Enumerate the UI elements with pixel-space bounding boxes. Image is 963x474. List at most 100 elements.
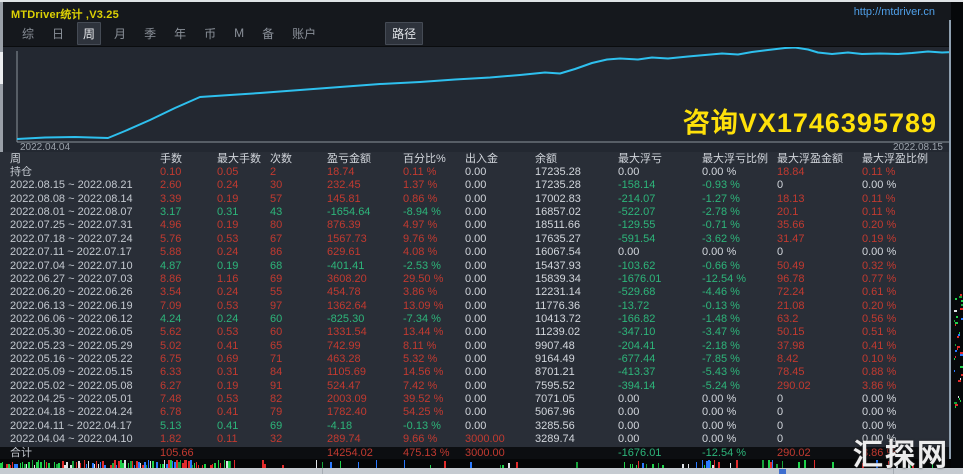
menu-item-月[interactable]: 月 — [109, 23, 131, 44]
table-cell: 2.60 — [160, 179, 217, 192]
table-cell[interactable]: 手数 — [160, 152, 217, 166]
table-cell[interactable]: 最大浮盈比例 — [862, 152, 951, 166]
table-row[interactable]: 2022.06.13 ~ 2022.06.197.090.53971362.64… — [0, 300, 951, 313]
table-cell: 290.02 — [777, 447, 862, 460]
menu-item-年[interactable]: 年 — [169, 23, 191, 44]
table-cell: 5.76 — [160, 233, 217, 246]
table-cell[interactable]: 最大手数 — [217, 152, 270, 166]
table-cell[interactable]: 次数 — [270, 152, 327, 166]
menu-item-备[interactable]: 备 — [257, 23, 279, 44]
table-row[interactable]: 2022.08.08 ~ 2022.08.143.390.1957145.810… — [0, 193, 951, 206]
table-row[interactable]: 2022.04.04 ~ 2022.04.101.820.1132289.749… — [0, 433, 951, 446]
table-row[interactable]: 2022.08.01 ~ 2022.08.073.170.3143-1654.6… — [0, 206, 951, 219]
table-cell: 80 — [270, 219, 327, 232]
menu-item-日[interactable]: 日 — [47, 23, 69, 44]
table-row[interactable]: 2022.07.18 ~ 2022.07.245.760.53671567.73… — [0, 233, 951, 246]
table-cell: 0.69 — [217, 353, 270, 366]
table-cell: 0.05 — [217, 166, 270, 179]
table-cell: -5.24 % — [702, 380, 777, 393]
table-row[interactable]: 2022.06.27 ~ 2022.07.038.861.16693608.20… — [0, 273, 951, 286]
table-cell: 0.20 % — [862, 300, 951, 313]
table-cell[interactable]: 最大浮盈金额 — [777, 152, 862, 166]
table-row[interactable]: 持仓0.100.05218.740.11 %0.0017235.280.000.… — [0, 166, 951, 179]
noise-mark — [957, 348, 958, 350]
table-row[interactable]: 2022.05.23 ~ 2022.05.295.020.4165742.998… — [0, 340, 951, 353]
menu-item-周[interactable]: 周 — [77, 22, 101, 45]
table-cell: 97 — [270, 300, 327, 313]
noise-mark — [956, 316, 958, 318]
table-cell: 65 — [270, 340, 327, 353]
menu-item-账户[interactable]: 账户 — [287, 23, 321, 44]
table-cell: 290.02 — [777, 380, 862, 393]
table-cell: 0.00 — [618, 406, 702, 419]
noise-mark — [224, 460, 225, 468]
table-cell: 2022.04.11 ~ 2022.04.17 — [10, 420, 160, 433]
menu-item-季[interactable]: 季 — [139, 23, 161, 44]
table-row[interactable]: 2022.05.16 ~ 2022.05.226.750.6971463.285… — [0, 353, 951, 366]
table-cell: 0.24 — [217, 286, 270, 299]
table-cell: 0.88 % — [862, 366, 951, 379]
menu-item-M[interactable]: M — [229, 24, 249, 42]
site-link[interactable]: http://mtdriver.cn — [854, 6, 935, 18]
table-cell[interactable]: 出入金 — [465, 152, 535, 166]
table-cell: 2022.05.02 ~ 2022.05.08 — [10, 380, 160, 393]
table-cell: 0.00 — [618, 433, 702, 446]
table-cell: 17235.28 — [535, 166, 618, 179]
table-cell: 63.2 — [777, 313, 862, 326]
table-row[interactable]: 2022.05.02 ~ 2022.05.086.270.1991524.477… — [0, 380, 951, 393]
table-row[interactable]: 2022.08.15 ~ 2022.08.212.600.2430232.451… — [0, 179, 951, 192]
table-cell[interactable]: 最大浮亏 — [618, 152, 702, 166]
table-cell: 0.53 — [217, 300, 270, 313]
table-cell: 6.33 — [160, 366, 217, 379]
table-cell: 0 — [777, 246, 862, 259]
table-row[interactable]: 2022.04.18 ~ 2022.04.246.780.41791782.40… — [0, 406, 951, 419]
table-cell[interactable]: 最大浮亏比例 — [702, 152, 777, 166]
table-cell: 15839.34 — [535, 273, 618, 286]
table-total-row[interactable]: 合计105.6614254.02475.13 %3000.00-1676.01-… — [0, 447, 951, 460]
table-cell: 72.24 — [777, 286, 862, 299]
table-row[interactable]: 2022.06.06 ~ 2022.06.124.240.2460-825.30… — [0, 313, 951, 326]
table-cell: 5.62 — [160, 326, 217, 339]
table-row[interactable]: 2022.07.04 ~ 2022.07.104.870.1968-401.41… — [0, 260, 951, 273]
table-cell: -0.66 % — [702, 260, 777, 273]
table-cell: 2 — [270, 166, 327, 179]
table-row[interactable]: 2022.04.11 ~ 2022.04.175.130.4169-4.18-0… — [0, 420, 951, 433]
noise-mark — [124, 460, 126, 468]
table-cell[interactable]: 百分比% — [403, 152, 465, 166]
menu-item-币[interactable]: 币 — [199, 23, 221, 44]
path-button[interactable]: 路径 — [385, 22, 423, 45]
noise-mark — [96, 461, 97, 468]
noise-mark — [772, 460, 773, 468]
table-cell: 12231.14 — [535, 286, 618, 299]
table-cell: 0.00 % — [702, 246, 777, 259]
noise-mark — [960, 400, 961, 402]
noise-mark — [340, 461, 341, 468]
table-cell: 6.27 — [160, 380, 217, 393]
noise-mark — [714, 460, 715, 468]
table-cell[interactable]: 周 — [10, 152, 160, 166]
table-cell: 1782.40 — [327, 406, 403, 419]
table-row[interactable]: 2022.05.30 ~ 2022.06.055.620.53601331.54… — [0, 326, 951, 339]
table-cell: -677.44 — [618, 353, 702, 366]
table-row[interactable]: 2022.04.25 ~ 2022.05.017.480.53822003.09… — [0, 393, 951, 406]
noise-mark — [955, 356, 956, 358]
table-cell: 4.08 % — [403, 246, 465, 259]
noise-mark — [84, 460, 85, 468]
table-cell: 86 — [270, 246, 327, 259]
menu-item-综[interactable]: 综 — [17, 23, 39, 44]
table-cell: 57 — [270, 193, 327, 206]
table-row[interactable]: 2022.07.11 ~ 2022.07.175.880.2486629.614… — [0, 246, 951, 259]
table-cell: 3.86 % — [403, 286, 465, 299]
table-cell: 0.00 — [618, 393, 702, 406]
table-row[interactable]: 2022.07.25 ~ 2022.07.314.960.1980876.394… — [0, 219, 951, 232]
table-cell[interactable]: 余额 — [535, 152, 618, 166]
table-cell: 2022.06.27 ~ 2022.07.03 — [10, 273, 160, 286]
table-cell[interactable]: 盈亏金额 — [327, 152, 403, 166]
table-cell: 2022.07.04 ~ 2022.07.10 — [10, 260, 160, 273]
table-row[interactable]: 2022.05.09 ~ 2022.05.156.330.31841105.69… — [0, 366, 951, 379]
table-cell: 0.00 — [465, 420, 535, 433]
table-row[interactable]: 2022.06.20 ~ 2022.06.263.540.2455454.783… — [0, 286, 951, 299]
table-cell: -347.10 — [618, 326, 702, 339]
table-cell: -413.37 — [618, 366, 702, 379]
noise-mark — [804, 460, 806, 468]
